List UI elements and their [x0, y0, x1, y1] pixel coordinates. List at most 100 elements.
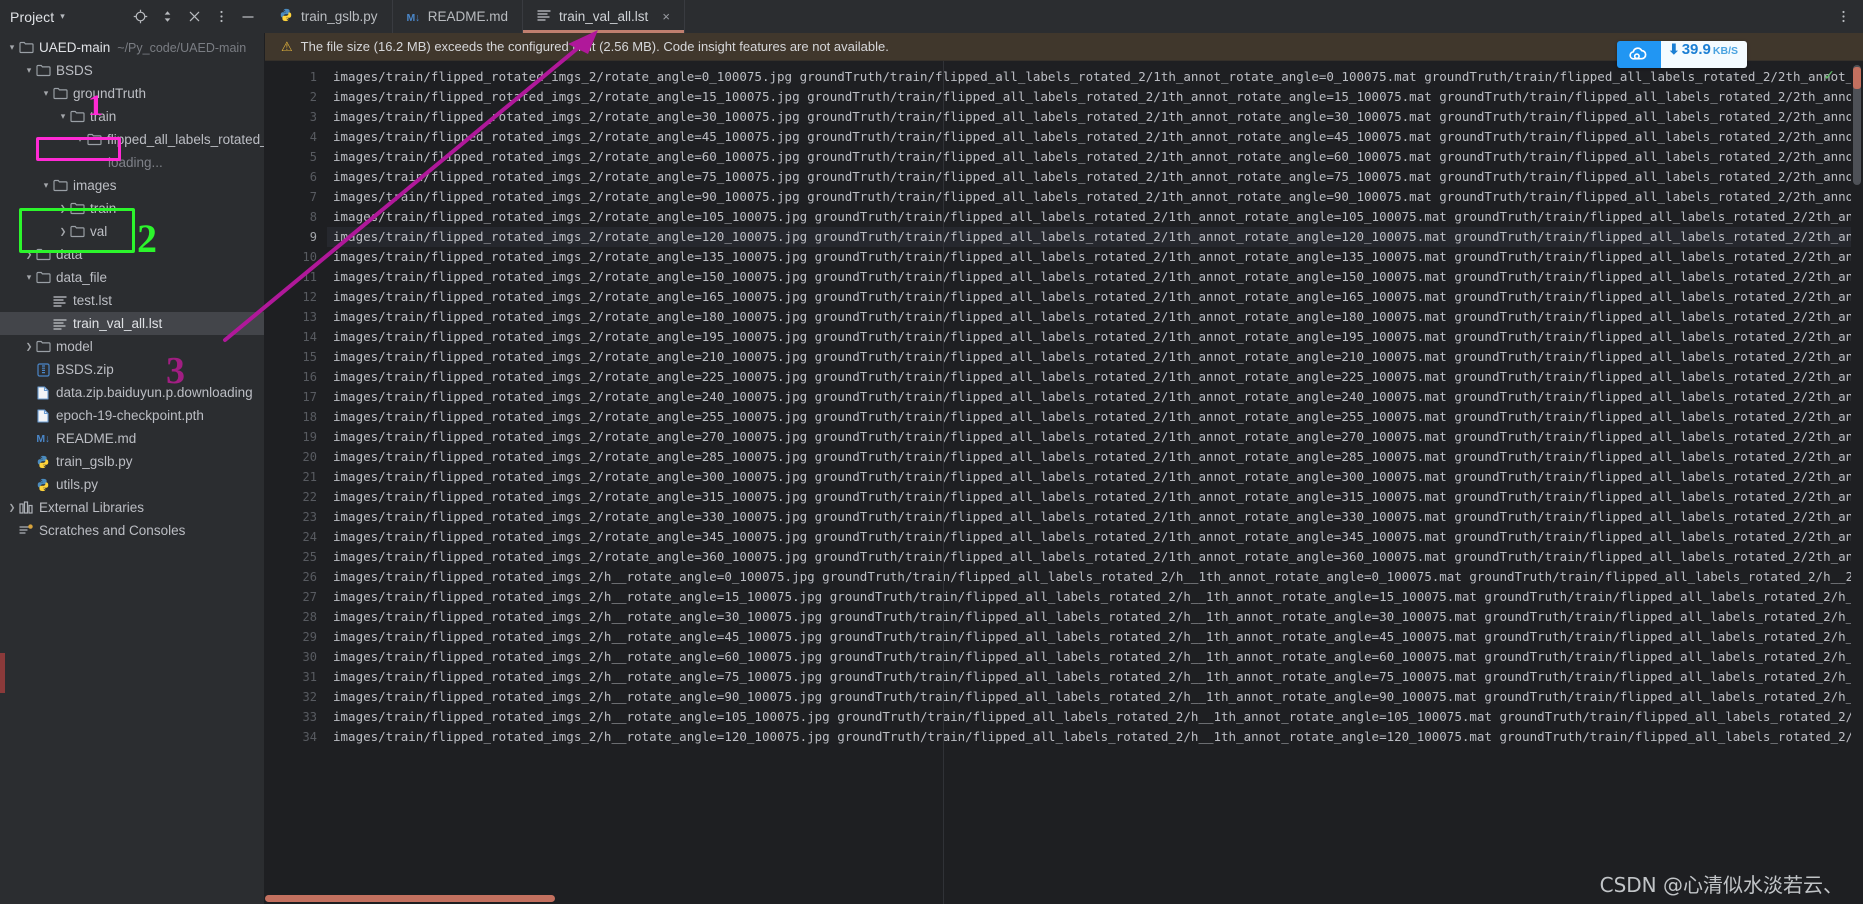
tree-node-val[interactable]: ❯ val	[0, 220, 264, 243]
code-view[interactable]: 1 2 3 4 5 6 7 8 9 10 11 12 13 14 15 16 17 18 19 20 21 22 23 24 2…	[265, 61, 1863, 904]
code-line[interactable]: images/train/flipped_rotated_imgs_2/rota…	[327, 487, 1863, 507]
editor-tab-readme-md[interactable]: M↓ README.md	[393, 0, 524, 33]
more-options-icon[interactable]	[213, 9, 229, 25]
code-line[interactable]: images/train/flipped_rotated_imgs_2/rota…	[327, 327, 1863, 347]
editor-tab-train-gslb-py[interactable]: train_gslb.py	[265, 0, 393, 33]
code-line[interactable]: images/train/flipped_rotated_imgs_2/rota…	[327, 367, 1863, 387]
inspection-ok-icon[interactable]: ✓	[1823, 67, 1835, 84]
tree-node-test-lst[interactable]: test.lst	[0, 289, 264, 312]
code-line[interactable]: images/train/flipped_rotated_imgs_2/rota…	[327, 187, 1863, 207]
editor-tab-train-val-all-lst[interactable]: train_val_all.lst ×	[523, 0, 685, 33]
code-line[interactable]: images/train/flipped_rotated_imgs_2/rota…	[327, 467, 1863, 487]
line-number: 6	[309, 170, 317, 184]
code-line[interactable]: images/train/flipped_rotated_imgs_2/rota…	[327, 307, 1863, 327]
error-stripe-marker[interactable]	[1853, 67, 1861, 89]
warning-icon: ⚠	[281, 38, 293, 54]
tree-node-model[interactable]: ❯ model	[0, 335, 264, 358]
code-line[interactable]: images/train/flipped_rotated_imgs_2/h__r…	[327, 607, 1863, 627]
code-line[interactable]: images/train/flipped_rotated_imgs_2/rota…	[327, 407, 1863, 427]
main-body: ▾ UAED-main ~/Py_code/UAED-main ▾ BSDS ▾ groun…	[0, 33, 1863, 904]
code-line[interactable]: images/train/flipped_rotated_imgs_2/rota…	[327, 287, 1863, 307]
tree-node-label: Scratches and Consoles	[39, 523, 186, 538]
chevron-down-icon[interactable]: ▾	[6, 42, 18, 53]
code-line[interactable]: images/train/flipped_rotated_imgs_2/rota…	[327, 447, 1863, 467]
download-speed-badge[interactable]: ⬇ 39.9 KB/S	[1616, 41, 1747, 68]
code-line[interactable]: images/train/flipped_rotated_imgs_2/rota…	[327, 427, 1863, 447]
tree-node-epoch-19-checkpoint-pth[interactable]: epoch-19-checkpoint.pth	[0, 404, 264, 427]
code-line[interactable]: images/train/flipped_rotated_imgs_2/rota…	[327, 227, 1863, 247]
tree-node-bsds-zip[interactable]: BSDS.zip	[0, 358, 264, 381]
tree-node-data-zip-baiduyun-p-downloading[interactable]: data.zip.baiduyun.p.downloading	[0, 381, 264, 404]
code-line[interactable]: images/train/flipped_rotated_imgs_2/rota…	[327, 127, 1863, 147]
chevron-down-icon[interactable]: ▾	[40, 180, 52, 191]
code-line[interactable]: images/train/flipped_rotated_imgs_2/rota…	[327, 107, 1863, 127]
chevron-right-icon[interactable]: ❯	[6, 503, 18, 512]
code-line[interactable]: images/train/flipped_rotated_imgs_2/rota…	[327, 167, 1863, 187]
chevron-down-icon[interactable]: ▾	[74, 134, 86, 145]
minimize-icon[interactable]	[240, 9, 256, 25]
tree-node-label: External Libraries	[39, 500, 145, 515]
more-actions-icon[interactable]	[1835, 9, 1851, 25]
code-line[interactable]: images/train/flipped_rotated_imgs_2/rota…	[327, 347, 1863, 367]
code-line[interactable]: images/train/flipped_rotated_imgs_2/h__r…	[327, 667, 1863, 687]
line-number: 19	[302, 430, 317, 444]
tree-node-train[interactable]: ❯ train	[0, 197, 264, 220]
code-line[interactable]: images/train/flipped_rotated_imgs_2/rota…	[327, 67, 1863, 87]
chevron-right-icon[interactable]: ❯	[23, 342, 35, 351]
chevron-down-icon[interactable]: ▾	[57, 111, 69, 122]
code-line[interactable]: images/train/flipped_rotated_imgs_2/rota…	[327, 387, 1863, 407]
tree-node-data[interactable]: ❯ data	[0, 243, 264, 266]
tree-node-data-file[interactable]: ▾ data_file	[0, 266, 264, 289]
chevron-down-icon[interactable]: ▾	[23, 272, 35, 283]
code-line[interactable]: images/train/flipped_rotated_imgs_2/rota…	[327, 267, 1863, 287]
chevron-right-icon[interactable]: ❯	[23, 250, 35, 259]
indent-guide	[943, 61, 944, 904]
tree-node-readme-md[interactable]: M↓ README.md	[0, 427, 264, 450]
vertical-scrollbar[interactable]	[1851, 61, 1863, 904]
code-line[interactable]: images/train/flipped_rotated_imgs_2/h__r…	[327, 587, 1863, 607]
line-number: 25	[302, 550, 317, 564]
line-number: 29	[302, 630, 317, 644]
tab-close-icon[interactable]: ×	[662, 9, 670, 24]
tree-node-images[interactable]: ▾ images	[0, 174, 264, 197]
line-number: 5	[309, 150, 317, 164]
code-line[interactable]: images/train/flipped_rotated_imgs_2/h__r…	[327, 567, 1863, 587]
expand-collapse-icon[interactable]	[159, 9, 175, 25]
tree-node-label: train_gslb.py	[56, 454, 133, 469]
code-line[interactable]: images/train/flipped_rotated_imgs_2/h__r…	[327, 647, 1863, 667]
line-number: 15	[302, 350, 317, 364]
chevron-down-icon[interactable]: ▾	[23, 65, 35, 76]
chevron-right-icon[interactable]: ❯	[57, 227, 69, 236]
code-text-lines[interactable]: images/train/flipped_rotated_imgs_2/rota…	[327, 61, 1863, 904]
chevron-right-icon[interactable]: ❯	[57, 204, 69, 213]
tree-node-flipped-all-labels-rotated-2[interactable]: ▾ flipped_all_labels_rotated_2	[0, 128, 264, 151]
code-line[interactable]: images/train/flipped_rotated_imgs_2/rota…	[327, 547, 1863, 567]
code-line[interactable]: images/train/flipped_rotated_imgs_2/rota…	[327, 147, 1863, 167]
tree-node-train-val-all-lst[interactable]: train_val_all.lst	[0, 312, 264, 335]
tree-node-train[interactable]: ▾ train	[0, 105, 264, 128]
code-line[interactable]: images/train/flipped_rotated_imgs_2/h__r…	[327, 627, 1863, 647]
tree-node-external-libraries[interactable]: ❯ External Libraries	[0, 496, 264, 519]
tree-node-label: images	[73, 178, 117, 193]
code-line[interactable]: images/train/flipped_rotated_imgs_2/rota…	[327, 507, 1863, 527]
chevron-down-icon[interactable]: ▾	[40, 88, 52, 99]
code-line[interactable]: images/train/flipped_rotated_imgs_2/h__r…	[327, 687, 1863, 707]
tree-node-scratches-and-consoles[interactable]: Scratches and Consoles	[0, 519, 264, 542]
tree-node-groundtruth[interactable]: ▾ groundTruth	[0, 82, 264, 105]
code-line[interactable]: images/train/flipped_rotated_imgs_2/h__r…	[327, 707, 1863, 727]
code-line[interactable]: images/train/flipped_rotated_imgs_2/rota…	[327, 207, 1863, 227]
code-line[interactable]: images/train/flipped_rotated_imgs_2/h__r…	[327, 727, 1863, 747]
code-line[interactable]: images/train/flipped_rotated_imgs_2/rota…	[327, 87, 1863, 107]
code-line[interactable]: images/train/flipped_rotated_imgs_2/rota…	[327, 247, 1863, 267]
tool-window-title[interactable]: Project	[10, 9, 54, 25]
tree-node-uaed-main[interactable]: ▾ UAED-main ~/Py_code/UAED-main	[0, 36, 264, 59]
code-line[interactable]: images/train/flipped_rotated_imgs_2/rota…	[327, 527, 1863, 547]
tree-node-bsds[interactable]: ▾ BSDS	[0, 59, 264, 82]
tree-node-label: BSDS	[56, 63, 93, 78]
locate-icon[interactable]	[132, 9, 148, 25]
close-icon[interactable]	[186, 9, 202, 25]
horizontal-scrollbar-thumb[interactable]	[265, 895, 555, 902]
tree-node-utils-py[interactable]: utils.py	[0, 473, 264, 496]
tree-node-train-gslb-py[interactable]: train_gslb.py	[0, 450, 264, 473]
chevron-down-icon[interactable]: ▾	[60, 12, 65, 21]
